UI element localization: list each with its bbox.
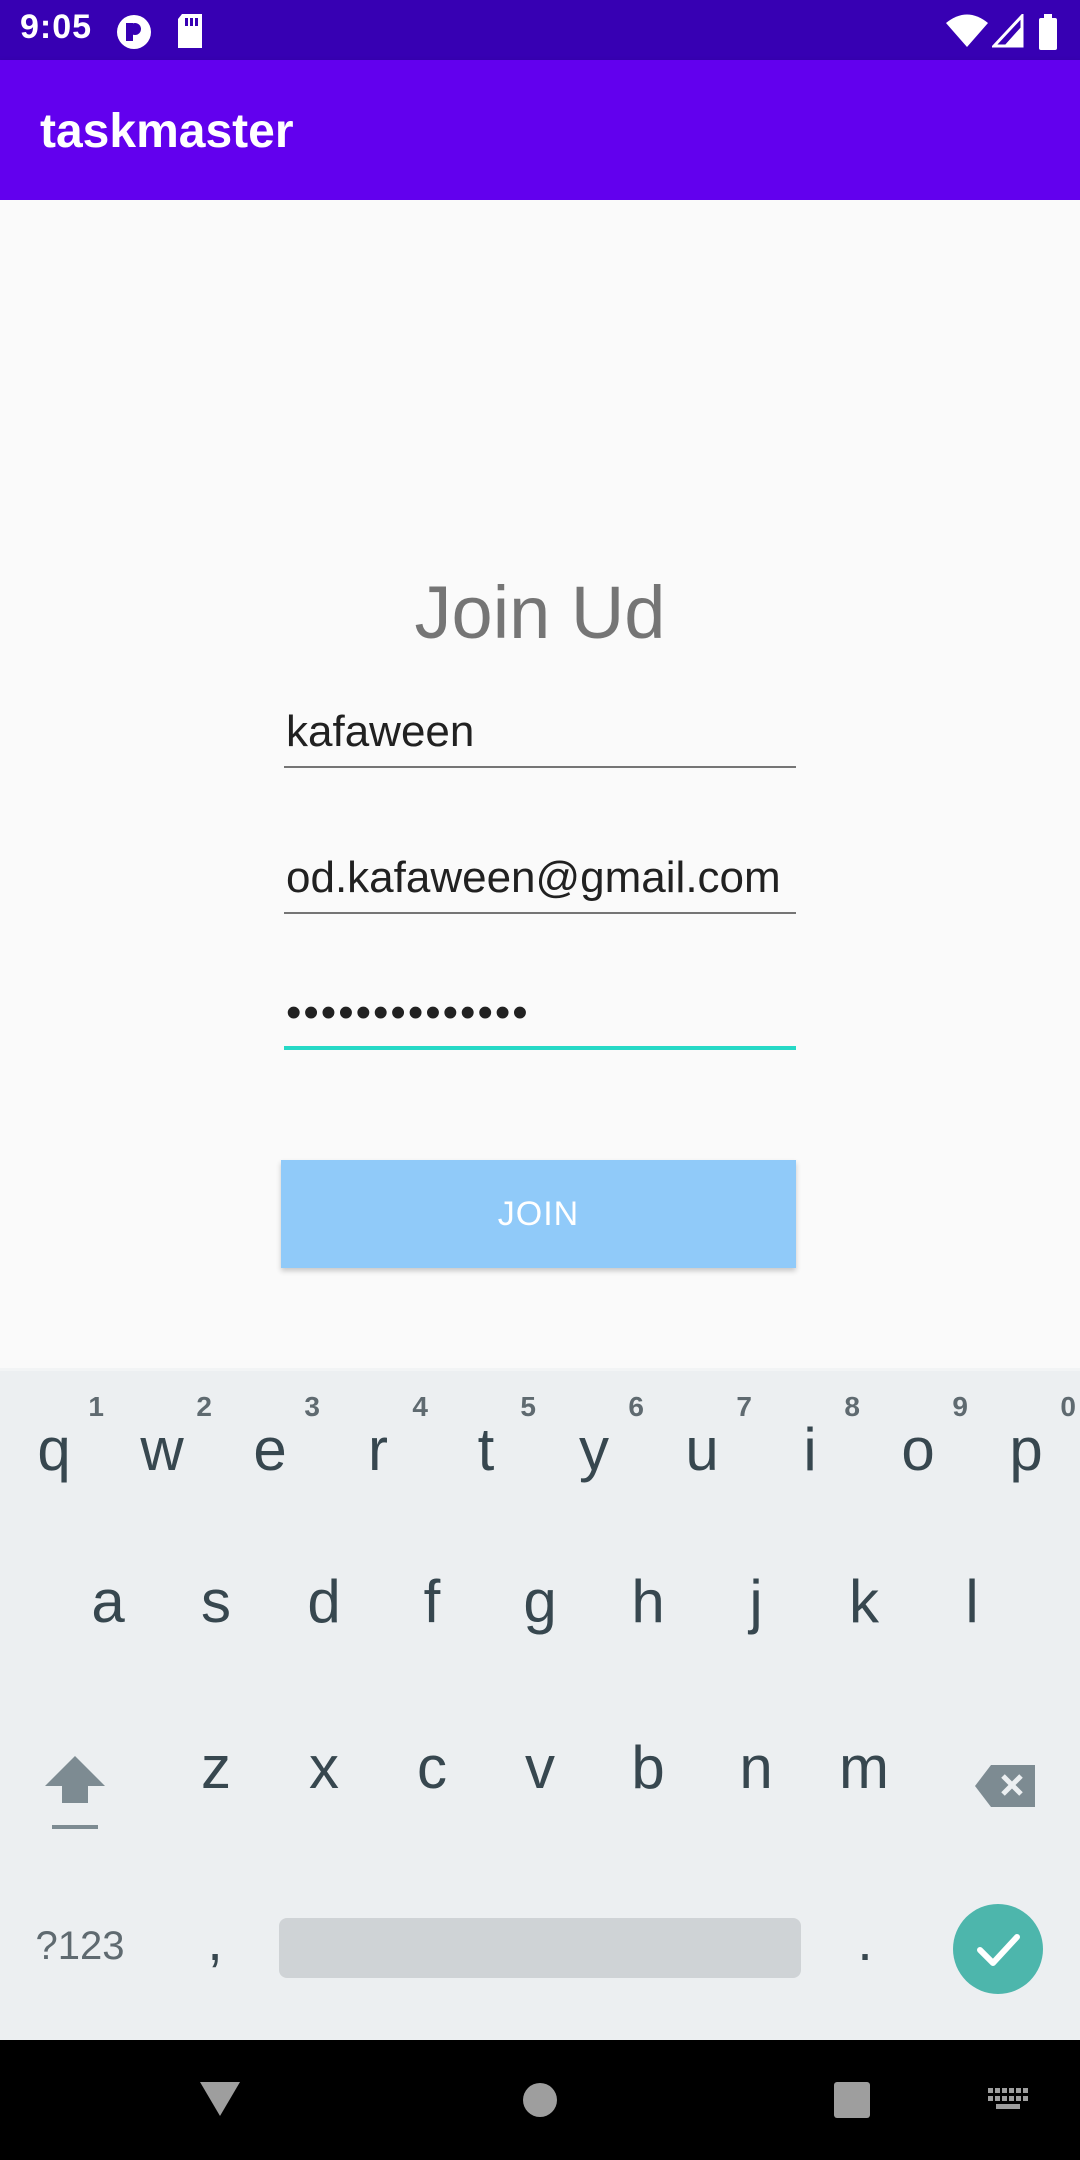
period-label: . bbox=[857, 1909, 873, 1972]
key-label: t bbox=[477, 1416, 495, 1483]
password-field[interactable] bbox=[284, 980, 796, 1050]
key-label: d bbox=[307, 1568, 341, 1635]
page-title: Join Ud bbox=[414, 571, 666, 654]
key-label: n bbox=[739, 1734, 773, 1801]
nav-bar bbox=[0, 2040, 1080, 2160]
comma-key[interactable]: , bbox=[170, 1901, 260, 1981]
key-label: v bbox=[525, 1734, 555, 1801]
key-hint: 7 bbox=[736, 1391, 752, 1422]
key-label: r bbox=[368, 1416, 388, 1483]
key-label: b bbox=[631, 1734, 665, 1801]
key-c[interactable]: c bbox=[378, 1733, 486, 1802]
app-bar: taskmaster bbox=[0, 60, 1080, 200]
key-k[interactable]: k bbox=[810, 1567, 918, 1636]
key-label: j bbox=[749, 1568, 763, 1635]
key-label: x bbox=[309, 1734, 339, 1801]
key-label: u bbox=[685, 1416, 719, 1483]
email-input[interactable] bbox=[284, 844, 796, 912]
key-u[interactable]: 7u bbox=[648, 1391, 756, 1501]
key-d[interactable]: d bbox=[270, 1567, 378, 1636]
key-l[interactable]: l bbox=[918, 1567, 1026, 1636]
cellular-signal-icon bbox=[990, 12, 1024, 53]
key-label: y bbox=[579, 1416, 609, 1483]
password-input[interactable] bbox=[284, 980, 796, 1046]
key-f[interactable]: f bbox=[378, 1567, 486, 1636]
home-icon[interactable] bbox=[522, 2082, 558, 2123]
recents-icon[interactable] bbox=[834, 2082, 870, 2123]
key-b[interactable]: b bbox=[594, 1733, 702, 1802]
key-w[interactable]: 2w bbox=[108, 1391, 216, 1501]
key-label: w bbox=[140, 1416, 184, 1483]
key-a[interactable]: a bbox=[54, 1567, 162, 1636]
soft-keyboard: 1q 2w 3e 4r 5t 6y 7u 8i 9o 0p a s d f g … bbox=[0, 1368, 1080, 2040]
key-label: k bbox=[849, 1568, 879, 1635]
symbols-key[interactable]: ?123 bbox=[20, 1916, 140, 1976]
key-hint: 4 bbox=[412, 1391, 428, 1422]
key-label: i bbox=[803, 1416, 817, 1483]
backspace-icon bbox=[975, 1765, 1035, 1807]
key-label: g bbox=[523, 1568, 557, 1635]
sd-card-icon bbox=[176, 14, 204, 53]
key-e[interactable]: 3e bbox=[216, 1391, 324, 1501]
key-s[interactable]: s bbox=[162, 1567, 270, 1636]
key-m[interactable]: m bbox=[810, 1733, 918, 1802]
key-t[interactable]: 5t bbox=[432, 1391, 540, 1501]
key-h[interactable]: h bbox=[594, 1567, 702, 1636]
key-label: s bbox=[201, 1568, 231, 1635]
keyboard-switch-icon[interactable] bbox=[988, 2088, 1028, 2119]
username-field[interactable] bbox=[284, 698, 796, 768]
key-q[interactable]: 1q bbox=[0, 1391, 108, 1501]
key-hint: 8 bbox=[844, 1391, 860, 1422]
comma-label: , bbox=[207, 1909, 223, 1972]
key-x[interactable]: x bbox=[270, 1733, 378, 1802]
key-label: h bbox=[631, 1568, 665, 1635]
key-label: o bbox=[901, 1416, 935, 1483]
enter-key[interactable] bbox=[953, 1904, 1043, 1994]
key-o[interactable]: 9o bbox=[864, 1391, 972, 1501]
app-title: taskmaster bbox=[40, 105, 294, 158]
key-label: a bbox=[91, 1568, 125, 1635]
backspace-key[interactable] bbox=[960, 1751, 1050, 1831]
key-hint: 3 bbox=[304, 1391, 320, 1422]
key-label: m bbox=[839, 1734, 889, 1801]
period-key[interactable]: . bbox=[820, 1901, 910, 1981]
key-y[interactable]: 6y bbox=[540, 1391, 648, 1501]
battery-icon bbox=[1038, 14, 1058, 55]
key-label: c bbox=[417, 1734, 447, 1801]
email-field[interactable] bbox=[284, 844, 796, 914]
key-label: e bbox=[253, 1416, 287, 1483]
key-label: p bbox=[1009, 1416, 1043, 1483]
check-icon bbox=[977, 1934, 1020, 1966]
key-label: q bbox=[37, 1416, 71, 1483]
key-label: f bbox=[423, 1568, 441, 1635]
key-j[interactable]: j bbox=[702, 1567, 810, 1636]
key-v[interactable]: v bbox=[486, 1733, 594, 1802]
key-i[interactable]: 8i bbox=[756, 1391, 864, 1501]
back-icon[interactable] bbox=[198, 2080, 242, 2123]
shift-icon bbox=[45, 1756, 105, 1829]
key-g[interactable]: g bbox=[486, 1567, 594, 1636]
username-input[interactable] bbox=[284, 698, 796, 766]
shift-key[interactable] bbox=[20, 1741, 130, 1851]
key-hint: 9 bbox=[952, 1391, 968, 1422]
app-notification-icon bbox=[116, 14, 152, 55]
symbols-label: ?123 bbox=[35, 1924, 125, 1968]
key-hint: 1 bbox=[88, 1391, 104, 1422]
key-p[interactable]: 0p bbox=[972, 1391, 1080, 1501]
key-label: l bbox=[965, 1568, 979, 1635]
wifi-icon bbox=[946, 14, 988, 53]
key-hint: 5 bbox=[520, 1391, 536, 1422]
key-hint: 2 bbox=[196, 1391, 212, 1422]
key-r[interactable]: 4r bbox=[324, 1391, 432, 1501]
key-hint: 6 bbox=[628, 1391, 644, 1422]
key-hint: 0 bbox=[1060, 1391, 1076, 1422]
key-z[interactable]: z bbox=[162, 1733, 270, 1802]
status-time: 9:05 bbox=[20, 8, 93, 46]
space-key[interactable] bbox=[279, 1918, 801, 1978]
join-form: Join Ud JOIN bbox=[0, 200, 1080, 1368]
key-label: z bbox=[201, 1734, 231, 1801]
status-bar: 9:05 bbox=[0, 0, 1080, 60]
join-button[interactable]: JOIN bbox=[281, 1160, 796, 1268]
key-n[interactable]: n bbox=[702, 1733, 810, 1802]
